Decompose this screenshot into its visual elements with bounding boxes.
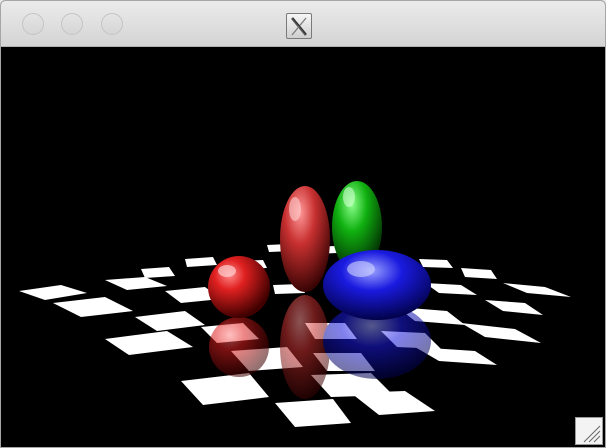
scene-objects [208, 181, 431, 320]
blue-ellipsoid [323, 250, 431, 320]
red-sphere [208, 256, 270, 318]
x11-app-icon [286, 13, 312, 39]
red-ellipsoid [280, 186, 330, 292]
title-bar[interactable] [1, 1, 605, 47]
close-button[interactable] [22, 13, 44, 35]
minimize-button[interactable] [61, 13, 83, 35]
render-canvas[interactable] [5, 47, 603, 445]
resize-grip-icon [583, 425, 601, 443]
zoom-button[interactable] [101, 13, 123, 35]
app-window [0, 0, 606, 448]
raytraced-scene [19, 181, 571, 427]
resize-grip[interactable] [575, 417, 603, 445]
x-icon [290, 17, 308, 36]
